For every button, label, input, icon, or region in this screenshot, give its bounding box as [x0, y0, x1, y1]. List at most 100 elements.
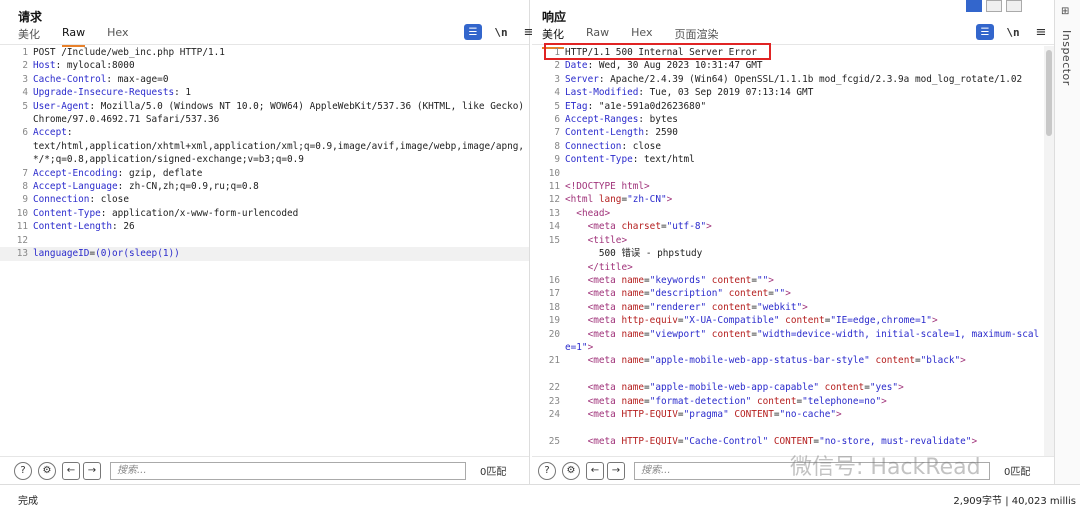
stacked-layout-icon[interactable] — [986, 0, 1002, 12]
code-line[interactable] — [532, 421, 1042, 434]
code-token: ETag — [565, 100, 588, 112]
next-match-button[interactable]: → — [83, 461, 101, 480]
code-line[interactable]: 7 Content-Length: 2590 — [532, 126, 1042, 139]
code-line[interactable] — [532, 368, 1042, 381]
code-line[interactable]: 18 <meta name="renderer" content="webkit… — [532, 301, 1042, 314]
line-number: 5 — [554, 100, 560, 112]
code-line[interactable]: 6 Accept: text/html,application/xhtml+xml… — [0, 126, 529, 166]
code-line[interactable]: 20 <meta name="viewport" content="width=… — [532, 328, 1042, 355]
code-token: Accept-Encoding — [33, 167, 118, 179]
line-number: 16 — [548, 274, 560, 286]
code-line[interactable]: 23 <meta name="format-detection" content… — [532, 395, 1042, 408]
response-search-input[interactable] — [634, 461, 990, 480]
pretty-print-icon[interactable]: ☰ — [464, 24, 482, 40]
code-line[interactable]: 12 <html lang="zh-CN"> — [532, 193, 1042, 206]
code-line[interactable]: 15 <title> 500 错误 - phpstudy </title> — [532, 234, 1042, 274]
code-line[interactable]: 3 Server: Apache/2.4.39 (Win64) OpenSSL/1… — [532, 73, 1042, 86]
code-line[interactable]: 12 — [0, 234, 529, 247]
line-number: 1 — [22, 47, 28, 58]
code-token: "viewport" — [649, 328, 707, 340]
request-editor[interactable]: 1 POST /Include/web_inc.php HTTP/1.1 2 Host… — [0, 46, 529, 456]
code-line[interactable]: 5 ETag: "a1e-591a0d2623680" — [532, 100, 1042, 113]
code-line[interactable]: 13 languageID=(0)or(sleep(1)) — [0, 247, 529, 261]
line-number: 13 — [16, 248, 28, 260]
code-token: : 1 — [174, 87, 192, 99]
next-match-button[interactable]: → — [607, 461, 625, 480]
code-token: HTTP-EQUIV — [621, 408, 678, 420]
code-token: name — [621, 328, 645, 340]
code-token: > — [706, 221, 712, 233]
inspector-rail[interactable]: ⊞ Inspector — [1054, 0, 1080, 484]
divider — [532, 44, 1054, 45]
menu-icon[interactable]: ≡ — [1032, 24, 1050, 40]
inspector-label[interactable]: Inspector — [1060, 30, 1073, 86]
code-line[interactable]: 1 POST /Include/web_inc.php HTTP/1.1 — [0, 46, 529, 59]
code-line[interactable]: 10 Content-Type: application/x-www-form-u… — [0, 207, 529, 220]
code-token: CONTENT — [773, 435, 814, 447]
code-line[interactable]: 5 User-Agent: Mozilla/5.0 (Windows NT 10.… — [0, 100, 529, 127]
previous-match-button[interactable]: ← — [62, 461, 80, 480]
divider — [0, 44, 529, 45]
code-line[interactable]: 2 Host: mylocal:8000 — [0, 59, 529, 72]
code-line[interactable]: 3 Cache-Control: max-age=0 — [0, 73, 529, 86]
previous-match-button[interactable]: ← — [586, 461, 604, 480]
response-scrollbar[interactable] — [1044, 46, 1054, 456]
code-line[interactable]: 8 Connection: close — [532, 140, 1042, 153]
code-line[interactable]: 19 <meta http-equiv="X-UA-Compatible" co… — [532, 314, 1042, 327]
code-token: Accept-Ranges — [565, 114, 639, 126]
code-line[interactable]: 25 <meta HTTP-EQUIV="Cache-Control" CONT… — [532, 435, 1042, 448]
side-by-side-layout-icon[interactable] — [966, 0, 982, 12]
code-line[interactable]: 10 — [532, 167, 1042, 180]
code-token: (0)or(sleep(1)) — [95, 248, 180, 260]
code-line[interactable]: 11 Content-Length: 26 — [0, 220, 529, 233]
response-toolbar: ☰ \n ≡ — [966, 24, 1050, 40]
code-line[interactable]: 4 Upgrade-Insecure-Requests: 1 — [0, 86, 529, 99]
response-editor[interactable]: 1 HTTP/1.1 500 Internal Server Error 2 Date… — [532, 46, 1042, 456]
code-line[interactable]: 9 Content-Type: text/html — [532, 153, 1042, 166]
status-text: 完成 — [18, 496, 38, 507]
code-token: : close — [89, 194, 129, 206]
code-line[interactable]: 14 <meta charset="utf-8"> — [532, 220, 1042, 233]
gear-icon[interactable]: ⚙ — [38, 461, 56, 480]
code-line[interactable]: 21 <meta name="apple-mobile-web-app-stat… — [532, 354, 1042, 367]
newline-toggle-icon[interactable]: \n — [1004, 24, 1022, 40]
single-pane-layout-icon[interactable] — [1006, 0, 1022, 12]
code-line[interactable]: 8 Accept-Language: zh-CN,zh;q=0.9,ru;q=0.… — [0, 180, 529, 193]
newline-toggle-icon[interactable]: \n — [492, 24, 510, 40]
request-search-input[interactable] — [110, 461, 466, 480]
code-line[interactable]: 7 Accept-Encoding: gzip, deflate — [0, 167, 529, 180]
scrollbar-thumb[interactable] — [1046, 50, 1052, 136]
pretty-print-icon[interactable]: ☰ — [976, 24, 994, 40]
line-number: 21 — [548, 355, 560, 367]
code-line[interactable]: 24 <meta HTTP-EQUIV="pragma" CONTENT="no… — [532, 408, 1042, 421]
request-search-bar: ? ⚙ ← → 0匹配 — [0, 456, 529, 484]
help-icon[interactable]: ? — [538, 461, 556, 480]
code-token: Last-Modified — [565, 87, 639, 99]
code-token: > — [666, 194, 673, 206]
code-line[interactable]: 22 <meta name="apple-mobile-web-app-capa… — [532, 381, 1042, 394]
line-number: 12 — [16, 234, 28, 246]
code-token: HTTP/1.1 500 Internal Server Error — [565, 47, 757, 58]
code-token: Host — [33, 60, 56, 72]
code-line[interactable]: 9 Connection: close — [0, 193, 529, 206]
code-line[interactable]: 16 <meta name="keywords" content=""> — [532, 274, 1042, 287]
code-line[interactable]: 17 <meta name="description" content=""> — [532, 287, 1042, 300]
help-icon[interactable]: ? — [14, 461, 32, 480]
code-line[interactable]: 4 Last-Modified: Tue, 03 Sep 2019 07:13:1… — [532, 86, 1042, 99]
response-title: 响应 — [542, 10, 567, 24]
code-line[interactable]: 1 HTTP/1.1 500 Internal Server Error — [532, 46, 1042, 59]
code-token: content — [711, 274, 752, 286]
code-token: > — [960, 355, 966, 367]
code-token: : text/html — [632, 154, 695, 166]
code-line[interactable]: 13 <head> — [532, 207, 1042, 220]
code-line[interactable]: 2 Date: Wed, 30 Aug 2023 10:31:47 GMT — [532, 59, 1042, 72]
code-line[interactable]: 6 Accept-Ranges: bytes — [532, 113, 1042, 126]
code-token: <html — [565, 194, 599, 206]
code-token: : max-age=0 — [106, 73, 169, 85]
inspector-icon[interactable]: ⊞ — [1061, 6, 1069, 17]
gear-icon[interactable]: ⚙ — [562, 461, 580, 480]
code-token: content — [756, 395, 797, 407]
code-line[interactable]: 11 <!DOCTYPE html> — [532, 180, 1042, 193]
code-token: "black" — [920, 355, 961, 367]
